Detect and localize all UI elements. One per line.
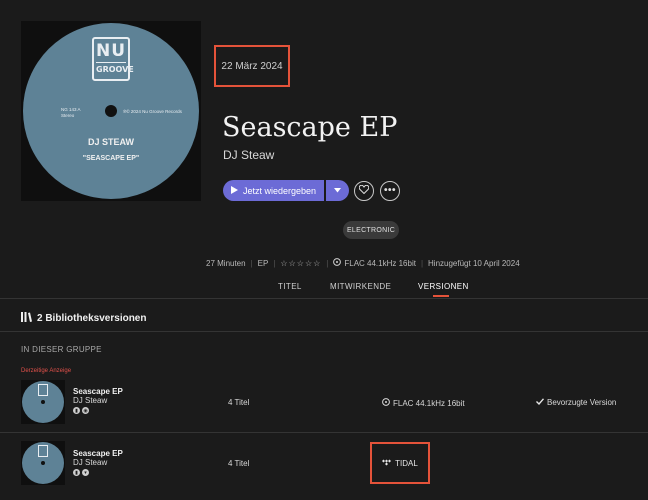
version-thumbnail — [21, 380, 65, 424]
disc-icon — [382, 398, 390, 408]
rating-stars[interactable]: ☆☆☆☆☆ — [280, 259, 321, 268]
spindle-hole — [105, 105, 117, 117]
version-thumbnail — [21, 441, 65, 485]
play-icon — [230, 185, 238, 196]
date-added: Hinzugefügt 10 April 2024 — [428, 258, 520, 268]
play-button[interactable]: Jetzt wiedergeben — [223, 180, 324, 201]
genre-tag[interactable]: ELECTRONIC — [343, 221, 399, 239]
group-label: IN DIESER GRUPPE — [21, 345, 102, 354]
tab-mitwirkende[interactable]: MITWIRKENDE — [330, 282, 391, 291]
heart-icon — [358, 184, 370, 197]
version-source: FLAC 44.1kHz 16bit — [382, 398, 465, 408]
version-title: Seascape EP — [73, 449, 123, 458]
version-artist: DJ Steaw — [73, 396, 108, 405]
check-icon — [536, 398, 545, 407]
disc-badge-icon: ◉ — [82, 407, 89, 414]
version-source-tidal: TIDAL — [370, 442, 430, 484]
catalog-number: NG 143 A Stereo — [61, 107, 81, 118]
version-track-count: 4 Titel — [228, 398, 250, 407]
row-divider — [0, 432, 648, 433]
disc-icon — [333, 258, 342, 268]
play-options-button[interactable] — [326, 180, 349, 201]
album-cover: NU GROOVE NG 143 A Stereo ℗© 2024 Nu Gro… — [21, 21, 201, 201]
tab-titel[interactable]: TITEL — [278, 282, 302, 291]
cover-copyright: ℗© 2024 Nu Groove Records — [123, 109, 182, 114]
release-type: EP — [257, 258, 269, 268]
version-row[interactable]: Seascape EP DJ Steaw ▮ ▾ 4 Titel — [0, 439, 648, 491]
format-info: FLAC 44.1kHz 16bit — [333, 258, 416, 268]
library-badge-icon: ▮ — [73, 407, 80, 414]
tidal-badge-icon: ▾ — [82, 469, 89, 476]
album-meta: 27 Minuten | EP | ☆☆☆☆☆ | FLAC 44.1kHz 1… — [206, 258, 520, 268]
version-row[interactable]: Seascape EP DJ Steaw ▮ ◉ 4 Titel FLAC 44… — [0, 377, 648, 429]
section-divider — [0, 331, 648, 332]
cover-artist: DJ STEAW — [87, 137, 134, 147]
versions-heading: 2 Bibliotheksversionen — [21, 312, 146, 325]
version-track-count: 4 Titel — [228, 459, 250, 468]
preferred-version-status: Bevorzugte Version — [536, 398, 616, 407]
tab-versionen[interactable]: VERSIONEN — [418, 282, 469, 291]
more-options-button[interactable]: ••• — [380, 181, 400, 201]
cover-title: "SEASCAPE EP" — [82, 155, 140, 162]
library-badge-icon: ▮ — [73, 469, 80, 476]
favorite-button[interactable] — [354, 181, 374, 201]
library-icon — [21, 312, 32, 325]
nu-groove-logo: NU GROOVE — [92, 37, 134, 81]
current-view-label: Derzeitige Anzeige — [21, 368, 72, 374]
tabs-divider — [0, 298, 648, 299]
album-artist-link[interactable]: DJ Steaw — [223, 148, 274, 162]
vinyl-label: NU GROOVE NG 143 A Stereo ℗© 2024 Nu Gro… — [23, 23, 199, 199]
ellipsis-icon: ••• — [383, 185, 396, 196]
version-title: Seascape EP — [73, 387, 123, 396]
version-info: Seascape EP DJ Steaw ▮ ▾ — [73, 449, 123, 476]
album-title: Seascape EP — [222, 112, 398, 143]
duration: 27 Minuten — [206, 258, 246, 268]
release-date: 22 März 2024 — [214, 45, 290, 87]
chevron-down-icon — [334, 186, 341, 195]
version-artist: DJ Steaw — [73, 458, 108, 467]
version-info: Seascape EP DJ Steaw ▮ ◉ — [73, 387, 123, 414]
tidal-icon — [382, 459, 392, 468]
active-tab-indicator — [433, 295, 449, 297]
